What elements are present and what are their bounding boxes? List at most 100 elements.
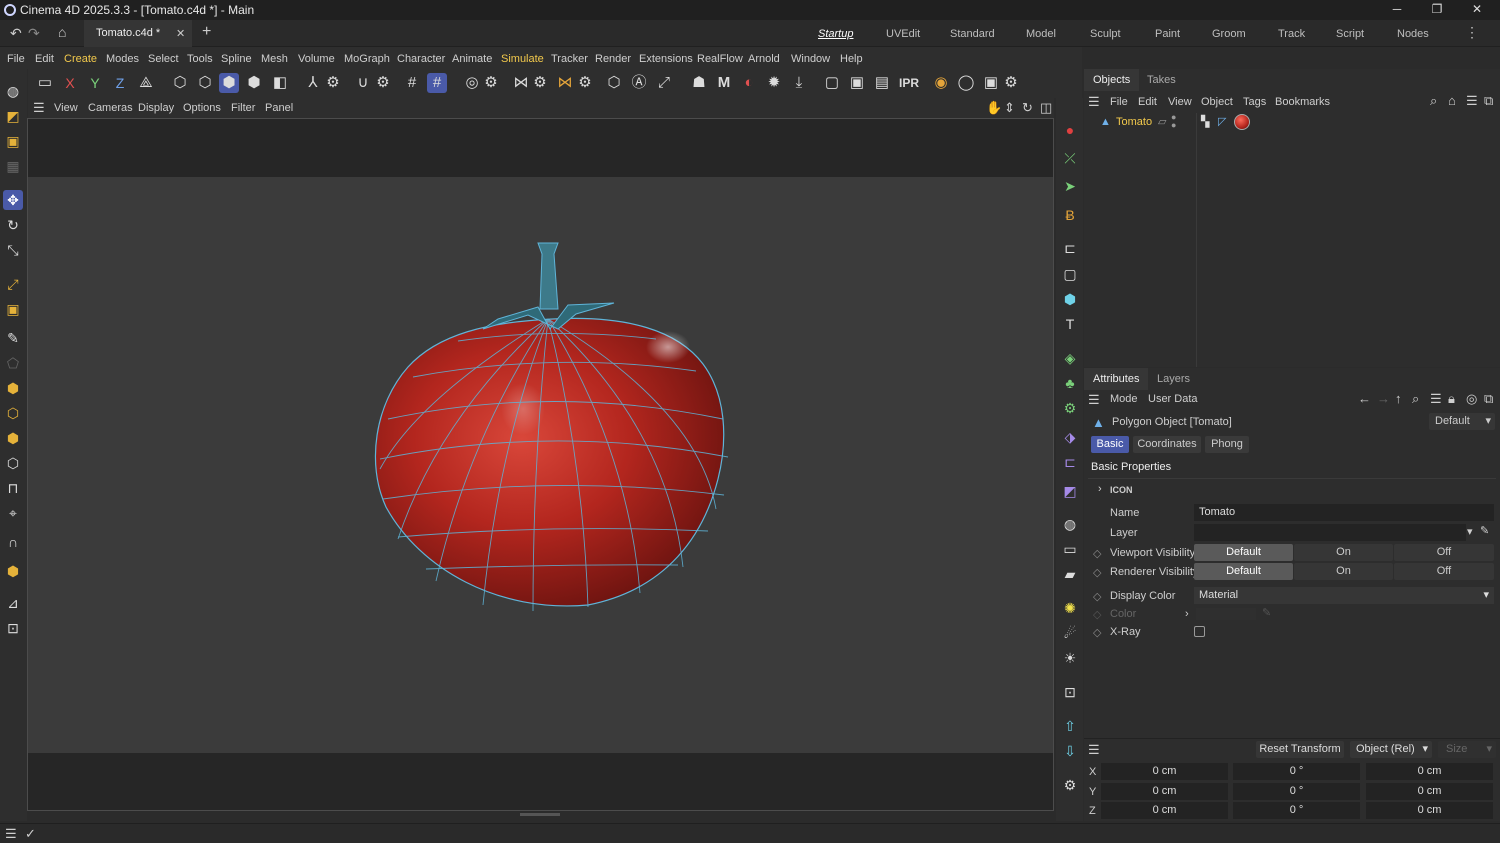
minimize-button[interactable]: ─: [1382, 2, 1412, 18]
traffic-light-icon[interactable]: ●: [1060, 120, 1080, 140]
null-object-icon[interactable]: ⊏: [1060, 238, 1080, 258]
close-window-button[interactable]: ✕: [1462, 2, 1492, 18]
camera-rig-icon[interactable]: ▰: [1060, 564, 1080, 584]
reset-transform-button[interactable]: Reset Transform: [1256, 741, 1344, 758]
arnold-settings-gear-icon[interactable]: ⚙: [1001, 73, 1021, 93]
menu-volume[interactable]: Volume: [298, 53, 335, 65]
xray-keyframe-icon[interactable]: ◇: [1093, 626, 1101, 639]
display-color-dropdown[interactable]: Material ▾: [1194, 587, 1494, 604]
edges-mode-icon[interactable]: ⬡: [195, 73, 215, 93]
menu-tools[interactable]: Tools: [187, 53, 213, 65]
attr-search-icon[interactable]: ⌕: [1412, 391, 1419, 407]
tomato-model[interactable]: [28, 119, 1053, 810]
frame-selection-icon[interactable]: ⊡: [3, 618, 23, 638]
tab-takes[interactable]: Takes: [1138, 69, 1185, 91]
obj-menu-object[interactable]: Object: [1201, 96, 1233, 108]
light-object-icon[interactable]: ✺: [1060, 598, 1080, 618]
up-arrow-icon[interactable]: ↑: [1395, 391, 1402, 406]
workplane-grid-icon[interactable]: #: [402, 73, 422, 93]
layout-sculpt[interactable]: Sculpt: [1090, 28, 1121, 40]
ipr-button[interactable]: IPR: [897, 73, 921, 93]
add-tab-icon[interactable]: +: [202, 23, 211, 41]
knife-tool-icon[interactable]: ⬠: [3, 353, 23, 373]
toggle-view-icon[interactable]: ◫: [1040, 100, 1052, 116]
attr-menu-user-data[interactable]: User Data: [1148, 393, 1198, 405]
tab-attributes[interactable]: Attributes: [1084, 368, 1149, 390]
position-y-field[interactable]: 0 cm: [1101, 783, 1228, 800]
menu-simulate[interactable]: Simulate: [501, 53, 544, 65]
more-layouts-icon[interactable]: ⋮: [1465, 24, 1479, 41]
menu-extensions[interactable]: Extensions: [639, 53, 693, 65]
polygons-mode-icon[interactable]: ⬢: [219, 73, 239, 93]
renderer-vis-on[interactable]: On: [1294, 563, 1393, 580]
arnold-shader-icon[interactable]: ◯: [956, 73, 976, 93]
color-swatch[interactable]: [1196, 608, 1256, 620]
color-expand-icon[interactable]: ›: [1185, 608, 1189, 620]
subtab-phong[interactable]: Phong: [1205, 436, 1249, 453]
viewport-vis-keyframe-icon[interactable]: ◇: [1093, 547, 1101, 560]
tab-objects[interactable]: Objects: [1084, 69, 1140, 91]
layout-model[interactable]: Model: [1026, 28, 1056, 40]
menu-select[interactable]: Select: [148, 53, 179, 65]
settings-gear-icon[interactable]: ⚙: [1060, 775, 1080, 795]
chevron-right-icon[interactable]: ›: [1098, 483, 1102, 495]
phong-tag-icon[interactable]: ◸: [1218, 115, 1226, 128]
renderer-vis-off[interactable]: Off: [1394, 563, 1494, 580]
renderer-vis-keyframe-icon[interactable]: ◇: [1093, 566, 1101, 579]
viewport-vis-default[interactable]: Default: [1194, 544, 1293, 561]
objects-hamburger-icon[interactable]: ☰: [1088, 94, 1100, 110]
pen-tool-icon[interactable]: ✎: [3, 328, 23, 348]
object-row-tomato[interactable]: ▲ Tomato ▱ ● ● ▚ ◸: [1084, 113, 1500, 131]
snap-settings-gear-icon[interactable]: ⚙: [373, 73, 393, 93]
layout-track[interactable]: Track: [1278, 28, 1305, 40]
text-snap-icon[interactable]: Ⓐ: [629, 73, 649, 93]
soft-selection-gear-icon[interactable]: ⚙: [481, 73, 501, 93]
interactive-render-icon[interactable]: ◐: [739, 73, 759, 93]
objects-new-window-icon[interactable]: ⧉: [1484, 93, 1493, 109]
plane-object-icon[interactable]: ▢: [1060, 264, 1080, 284]
vp-menu-view[interactable]: View: [54, 102, 78, 114]
spline-pen-icon[interactable]: ⤫: [1060, 148, 1080, 168]
material-manager-icon[interactable]: M: [714, 73, 734, 93]
renderer-vis-default[interactable]: Default: [1194, 563, 1293, 580]
menu-edit[interactable]: Edit: [35, 53, 54, 65]
menu-spline[interactable]: Spline: [221, 53, 252, 65]
poly-pen-icon[interactable]: ▣: [3, 299, 23, 319]
live-selection-icon[interactable]: ◩: [3, 106, 23, 126]
snap-magnet-icon[interactable]: ∪: [353, 73, 373, 93]
position-z-field[interactable]: 0 cm: [1101, 802, 1228, 819]
object-snap-icon[interactable]: ⬡: [604, 73, 624, 93]
status-check-icon[interactable]: ✓: [25, 826, 36, 842]
menu-mograph[interactable]: MoGraph: [344, 53, 390, 65]
maximize-button[interactable]: ❐: [1422, 2, 1452, 18]
render-settings-gear-icon[interactable]: ✹: [764, 73, 784, 93]
undo-icon[interactable]: ↶: [10, 25, 22, 42]
bevel-tool-icon[interactable]: ⬡: [3, 403, 23, 423]
close-tab-icon[interactable]: ✕: [176, 27, 185, 40]
spot-light-icon[interactable]: ☄: [1060, 623, 1080, 643]
uvw-tag-icon[interactable]: ▚: [1201, 115, 1209, 128]
workplane-tool-icon[interactable]: ⊿: [3, 593, 23, 613]
cloner-icon[interactable]: ♣: [1060, 373, 1080, 393]
layout-standard[interactable]: Standard: [950, 28, 995, 40]
scale-z-field[interactable]: 0 cm: [1366, 802, 1493, 819]
icon-group-label[interactable]: ICON: [1110, 485, 1133, 495]
viewport-hamburger-icon[interactable]: ☰: [33, 100, 45, 116]
size-dropdown[interactable]: Size ▾: [1438, 741, 1496, 758]
coordinate-mode-dropdown[interactable]: Object (Rel) ▾: [1350, 741, 1432, 758]
viewport-vis-off[interactable]: Off: [1394, 544, 1494, 561]
layer-pick-icon[interactable]: ✎: [1480, 524, 1489, 537]
snap-pivot-icon[interactable]: ⌖: [3, 503, 23, 523]
generator-icon[interactable]: ◈: [1060, 348, 1080, 368]
vp-menu-options[interactable]: Options: [183, 102, 221, 114]
redo-icon[interactable]: ↷: [28, 25, 40, 42]
upload-icon[interactable]: ⇧: [1060, 716, 1080, 736]
xray-checkbox[interactable]: [1194, 626, 1205, 637]
symmetry-gear-icon[interactable]: ⚙: [530, 73, 550, 93]
render-view-icon[interactable]: ☗: [689, 73, 709, 93]
vp-menu-cameras[interactable]: Cameras: [88, 102, 133, 114]
layer-field[interactable]: [1194, 524, 1466, 541]
mirror-icon[interactable]: ⋈: [555, 73, 575, 93]
forward-arrow-icon[interactable]: →: [1377, 391, 1390, 406]
vp-menu-filter[interactable]: Filter: [231, 102, 255, 114]
